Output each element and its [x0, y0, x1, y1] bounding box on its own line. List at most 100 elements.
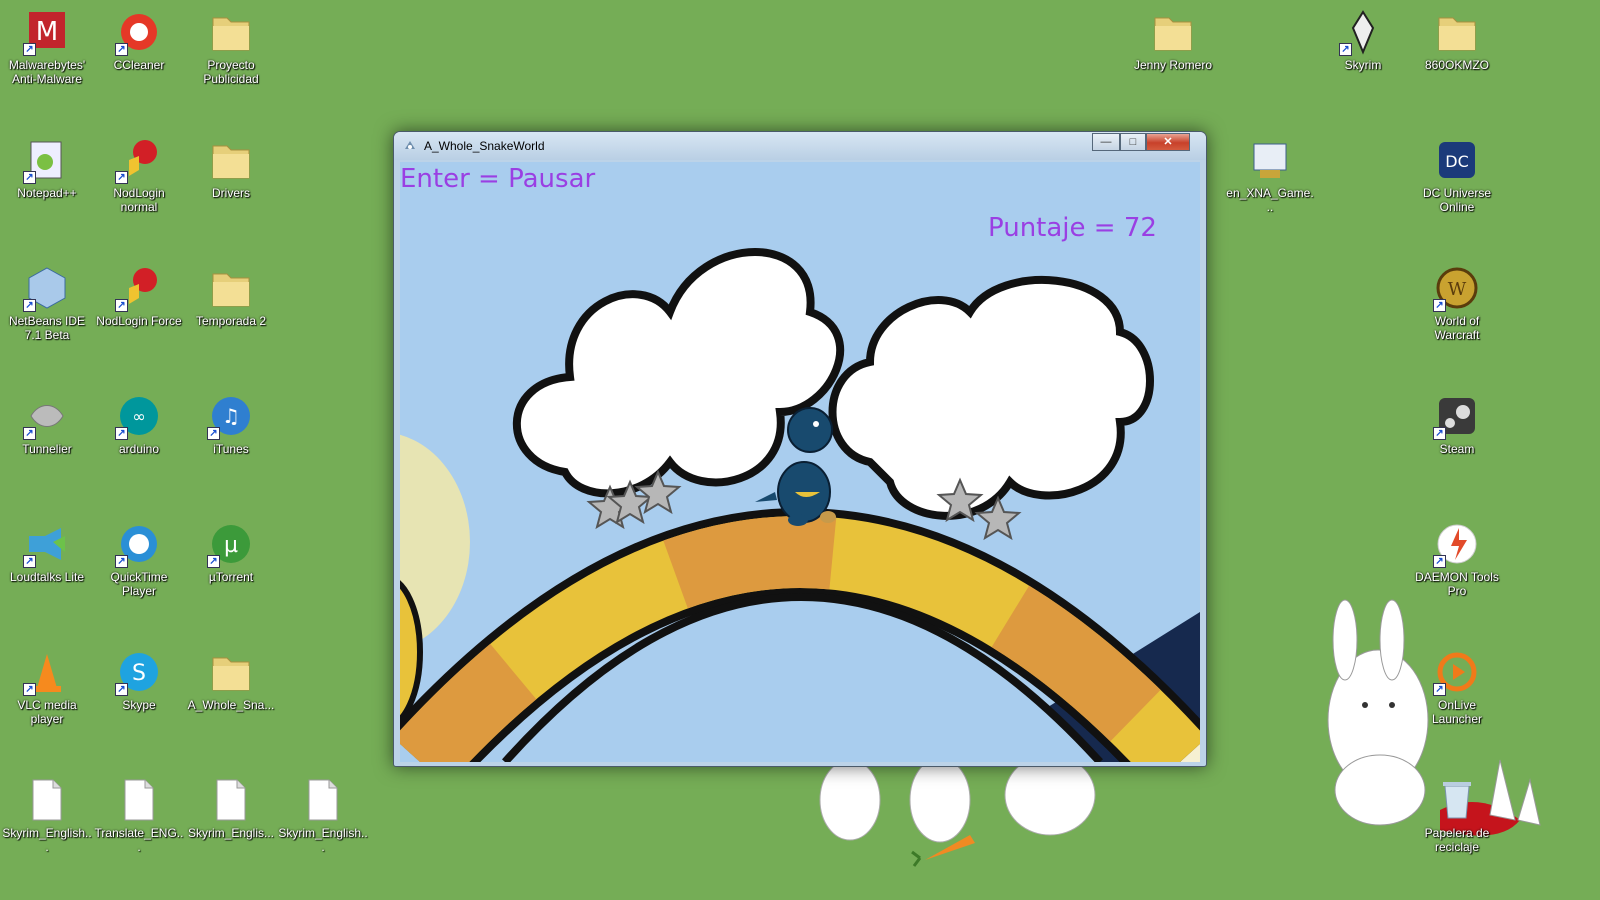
- desktop-icon-label: NodLogin Force: [96, 314, 182, 328]
- desktop-icon-proyecto-publicidad[interactable]: Proyecto Publicidad: [186, 2, 276, 86]
- desktop-icon-skype[interactable]: S ↗ Skype: [94, 642, 184, 712]
- shortcut-arrow-icon: ↗: [1433, 683, 1446, 696]
- folder-icon: [1433, 8, 1481, 56]
- desktop-icon-itunes[interactable]: ♫ ↗ iTunes: [186, 386, 276, 456]
- desktop-icon-label: Steam: [1439, 442, 1475, 456]
- svg-text:∞: ∞: [132, 407, 145, 426]
- desktop-icon-label: en_XNA_Game...: [1226, 186, 1314, 214]
- desktop-icon-skyrim-englis[interactable]: Skyrim_Englis...: [186, 770, 276, 840]
- desktop-icon-label: DAEMON Tools Pro: [1415, 570, 1499, 598]
- desktop-icon-label: µTorrent: [208, 570, 254, 584]
- close-button[interactable]: ✕: [1146, 133, 1190, 151]
- desktop-icon-steam[interactable]: ↗ Steam: [1412, 386, 1502, 456]
- pause-hint: Enter = Pausar: [400, 164, 596, 194]
- cloud-right: [828, 275, 1154, 520]
- warcraft-icon: W ↗: [1433, 264, 1481, 312]
- desktop-icon-onlive-launcher[interactable]: ↗ OnLive Launcher: [1412, 642, 1502, 726]
- desktop-icon-world-of-warcraft[interactable]: W ↗ World of Warcraft: [1412, 258, 1502, 342]
- desktop-icon-notepad[interactable]: ↗ Notepad++: [2, 130, 92, 200]
- notepad-plus-plus-icon: ↗: [23, 136, 71, 184]
- shortcut-arrow-icon: ↗: [23, 683, 36, 696]
- shortcut-arrow-icon: ↗: [23, 555, 36, 568]
- desktop-icon-label: CCleaner: [113, 58, 165, 72]
- ccleaner-icon: ↗: [115, 8, 163, 56]
- score-display: Puntaje = 72: [988, 213, 1157, 243]
- desktop-icon-label: Papelera de reciclaje: [1424, 826, 1490, 854]
- desktop-icon-label: Malwarebytes' Anti-Malware: [8, 58, 86, 86]
- desktop-icon-dc-universe-online[interactable]: DC DC Universe Online: [1412, 130, 1502, 214]
- desktop-icon-860okmzo[interactable]: 860OKMZO: [1412, 2, 1502, 72]
- desktop-icon-a-whole-sna[interactable]: A_Whole_Sna...: [186, 642, 276, 712]
- desktop-icon-label: VLC media player: [17, 698, 77, 726]
- app-icon: [405, 141, 415, 149]
- shortcut-arrow-icon: ↗: [1433, 555, 1446, 568]
- desktop-icon-label: Skyrim_Englis...: [187, 826, 275, 840]
- desktop-icon-label: Skyrim_English...: [278, 826, 368, 854]
- desktop-icon-label: Drivers: [212, 186, 250, 200]
- arduino-icon: ∞ ↗: [115, 392, 163, 440]
- desktop-icon-label: Tunnelier: [22, 442, 72, 456]
- vlc-icon: ↗: [23, 648, 71, 696]
- desktop-icon-jenny-romero[interactable]: Jenny Romero: [1128, 2, 1218, 72]
- desktop-icon-skyrim-english[interactable]: Skyrim_English...: [278, 770, 368, 854]
- document-icon: [207, 776, 255, 824]
- desktop-icon-skyrim-english[interactable]: Skyrim_English...: [2, 770, 92, 854]
- minimize-button[interactable]: —: [1092, 133, 1120, 151]
- desktop-icon-daemon-tools-pro[interactable]: ↗ DAEMON Tools Pro: [1412, 514, 1502, 598]
- shortcut-arrow-icon: ↗: [115, 299, 128, 312]
- shortcut-arrow-icon: ↗: [23, 427, 36, 440]
- desktop-icon-temporada-2[interactable]: Temporada 2: [186, 258, 276, 328]
- document-icon: [115, 776, 163, 824]
- document-icon: [23, 776, 71, 824]
- desktop-icon-papelera-de-reciclaje[interactable]: Papelera de reciclaje: [1412, 770, 1502, 854]
- document-icon: [299, 776, 347, 824]
- shortcut-arrow-icon: ↗: [115, 171, 128, 184]
- desktop-icon-label: Jenny Romero: [1133, 58, 1213, 72]
- desktop-icon-quicktime-player[interactable]: ↗ QuickTime Player: [94, 514, 184, 598]
- desktop-icon-translate-eng[interactable]: Translate_ENG...: [94, 770, 184, 854]
- tunnelier-icon: ↗: [23, 392, 71, 440]
- desktop-icon-ccleaner[interactable]: ↗ CCleaner: [94, 2, 184, 72]
- recycle-bin-icon: [1433, 776, 1481, 824]
- desktop-icon-vlc-media-player[interactable]: ↗ VLC media player: [2, 642, 92, 726]
- folder-icon: [207, 136, 255, 184]
- folder-icon: [207, 8, 255, 56]
- desktop-icon-en-xna-game[interactable]: en_XNA_Game...: [1225, 130, 1315, 214]
- shortcut-arrow-icon: ↗: [207, 427, 220, 440]
- desktop-icon-tunnelier[interactable]: ↗ Tunnelier: [2, 386, 92, 456]
- malwarebytes-icon: M ↗: [23, 8, 71, 56]
- rainbow-arc: [400, 508, 1200, 762]
- desktop-icon-netbeans-ide-7-1-beta[interactable]: ↗ NetBeans IDE 7.1 Beta: [2, 258, 92, 342]
- daemon-tools-icon: ↗: [1433, 520, 1481, 568]
- desktop-icon-drivers[interactable]: Drivers: [186, 130, 276, 200]
- window-titlebar[interactable]: A_Whole_SnakeWorld — □ ✕: [394, 132, 1206, 160]
- svg-text:M: M: [36, 17, 58, 47]
- folder-icon: [207, 648, 255, 696]
- folder-icon: [1149, 8, 1197, 56]
- desktop-icon-malwarebytes-anti-malware[interactable]: M ↗ Malwarebytes' Anti-Malware: [2, 2, 92, 86]
- shortcut-arrow-icon: ↗: [23, 171, 36, 184]
- game-window[interactable]: A_Whole_SnakeWorld — □ ✕ Enter = Pausar …: [393, 131, 1207, 767]
- shortcut-arrow-icon: ↗: [1433, 427, 1446, 440]
- desktop-icon-torrent[interactable]: µ ↗ µTorrent: [186, 514, 276, 584]
- skyrim-icon: ↗: [1339, 8, 1387, 56]
- desktop-icon-label: Translate_ENG...: [94, 826, 184, 854]
- desktop-icon-arduino[interactable]: ∞ ↗ arduino: [94, 386, 184, 456]
- dc-universe-icon: DC: [1433, 136, 1481, 184]
- loudtalks-icon: ↗: [23, 520, 71, 568]
- maximize-button[interactable]: □: [1120, 133, 1146, 151]
- shortcut-arrow-icon: ↗: [23, 299, 36, 312]
- desktop-icon-skyrim[interactable]: ↗ Skyrim: [1318, 2, 1408, 72]
- desktop-icon-loudtalks-lite[interactable]: ↗ Loudtalks Lite: [2, 514, 92, 584]
- bunnies-under-window: [819, 754, 1096, 867]
- desktop-icon-label: OnLive Launcher: [1431, 698, 1483, 726]
- desktop-icon-label: Skyrim: [1344, 58, 1382, 72]
- desktop-icon-label: World of Warcraft: [1434, 314, 1480, 342]
- shortcut-arrow-icon: ↗: [115, 683, 128, 696]
- folder-icon: [207, 264, 255, 312]
- desktop-icon-nodlogin-normal[interactable]: ↗ NodLogin normal: [94, 130, 184, 214]
- game-canvas[interactable]: Enter = Pausar Puntaje = 72: [400, 162, 1200, 762]
- desktop-icon-nodlogin-force[interactable]: ↗ NodLogin Force: [94, 258, 184, 328]
- installer-icon: [1246, 136, 1294, 184]
- svg-text:µ: µ: [224, 533, 238, 558]
